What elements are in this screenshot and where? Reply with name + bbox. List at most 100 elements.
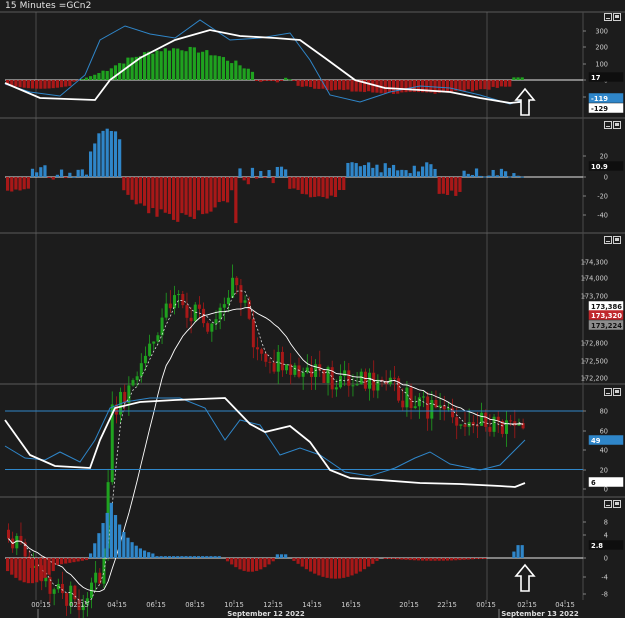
candlestick	[260, 349, 264, 354]
macd-histogram-bar	[367, 80, 371, 92]
candlestick	[143, 355, 147, 364]
minimize-icon[interactable]	[604, 236, 612, 244]
candlestick	[401, 400, 405, 408]
candlestick	[463, 424, 467, 427]
candlestick	[392, 377, 396, 379]
oscillator-bar	[47, 177, 51, 178]
maximize-icon[interactable]	[613, 236, 621, 244]
candlestick	[264, 353, 268, 362]
momentum-bar	[130, 542, 134, 558]
macd-histogram-bar	[238, 65, 242, 80]
macd-histogram-bar	[470, 80, 474, 92]
maximize-icon[interactable]	[613, 121, 621, 129]
oscillator-bar	[466, 173, 470, 177]
momentum-bar	[113, 515, 118, 558]
oscillator-bar	[142, 177, 147, 206]
oscillator-bar	[209, 177, 213, 212]
oscillator-bar	[329, 177, 333, 196]
candlestick	[363, 371, 367, 389]
candlestick	[218, 307, 222, 320]
macd-histogram-bar	[22, 80, 26, 88]
macd-histogram-bar	[300, 80, 304, 87]
momentum-bar	[304, 558, 308, 570]
macd-histogram-bar	[147, 51, 151, 80]
oscillator-bar	[205, 177, 209, 214]
macd-histogram-bar	[217, 56, 221, 80]
minimize-icon[interactable]	[604, 13, 612, 21]
momentum-bar	[284, 554, 288, 558]
macd-histogram-bar	[246, 68, 250, 80]
oscillator-bar	[433, 168, 437, 177]
macd-histogram-bar	[474, 80, 479, 91]
macd-histogram-bar	[126, 57, 130, 80]
candlestick	[409, 387, 413, 408]
value-badge-label: -129	[591, 105, 608, 113]
momentum-bar	[180, 556, 184, 558]
oscillator-bar	[122, 177, 126, 191]
macd-histogram-bar	[504, 80, 508, 87]
oscillator-bar	[76, 169, 80, 177]
panel-controls	[603, 121, 623, 131]
oscillator-bar	[317, 177, 321, 197]
oscillator-bar	[259, 171, 263, 177]
minimize-icon[interactable]	[604, 388, 612, 396]
maximize-icon[interactable]	[613, 500, 621, 508]
x-axis-tick-label: 22:15	[437, 601, 457, 609]
candlestick	[505, 420, 508, 434]
x-axis-tick-label: 16:15	[341, 601, 361, 609]
macd-histogram-bar	[163, 48, 167, 80]
oscillator-bar	[113, 131, 118, 177]
oscillator-bar	[196, 177, 201, 211]
maximize-icon[interactable]	[613, 388, 621, 396]
momentum-bar	[437, 558, 441, 561]
momentum-bar	[68, 558, 72, 563]
macd-histogram-bar	[263, 80, 267, 81]
oscillator-bar	[308, 177, 313, 198]
candlestick	[177, 293, 181, 296]
momentum-bar	[263, 558, 267, 568]
macd-histogram-bar	[479, 80, 483, 90]
value-badge-label: 173,224	[591, 322, 622, 330]
candlestick	[189, 317, 193, 322]
minimize-icon[interactable]	[604, 500, 612, 508]
y-axis-tick-label: 4	[604, 532, 608, 540]
macd-histogram-bar	[43, 80, 47, 89]
momentum-bar	[408, 558, 412, 561]
oscillator-bar	[172, 177, 176, 220]
x-axis-date-label: September 13 2022	[501, 610, 579, 618]
momentum-bar	[126, 537, 130, 558]
momentum-bar	[466, 558, 470, 560]
candlestick	[455, 417, 459, 426]
oscillator-bar	[80, 169, 84, 177]
macd-histogram-bar	[458, 80, 462, 91]
oscillator-bar	[22, 177, 26, 190]
candlestick	[430, 399, 434, 419]
candlestick	[426, 396, 430, 419]
macd-histogram-bar	[18, 80, 22, 88]
y-axis-tick-label: 173,700	[581, 293, 608, 301]
oscillator-bar	[279, 166, 284, 177]
oscillator-bar	[242, 177, 246, 181]
oscillator-bar	[288, 177, 292, 189]
momentum-bar	[230, 558, 234, 565]
macd-histogram-bar	[47, 80, 51, 89]
macd-histogram-bar	[350, 80, 354, 92]
value-badge-label: 173,320	[591, 312, 622, 320]
y-axis-tick-label: 80	[600, 408, 608, 416]
momentum-bar	[350, 558, 354, 576]
macd-histogram-bar	[151, 53, 155, 80]
y-axis-tick-label: 8	[604, 519, 608, 527]
maximize-icon[interactable]	[613, 13, 621, 21]
minimize-icon[interactable]	[604, 121, 612, 129]
macd-histogram-bar	[101, 70, 105, 80]
oscillator-bar	[313, 177, 317, 197]
oscillator-bar	[491, 169, 495, 177]
macd-histogram-bar	[483, 80, 487, 90]
momentum-bar	[205, 556, 209, 558]
macd-histogram-bar	[35, 80, 39, 89]
momentum-bar	[234, 558, 238, 568]
oscillator-bar	[263, 177, 267, 178]
candlestick	[148, 343, 152, 356]
chart-canvas[interactable]: 3002001000-10017-119-129200-20-4010.9174…	[0, 0, 625, 618]
oscillator-bar	[180, 177, 184, 214]
